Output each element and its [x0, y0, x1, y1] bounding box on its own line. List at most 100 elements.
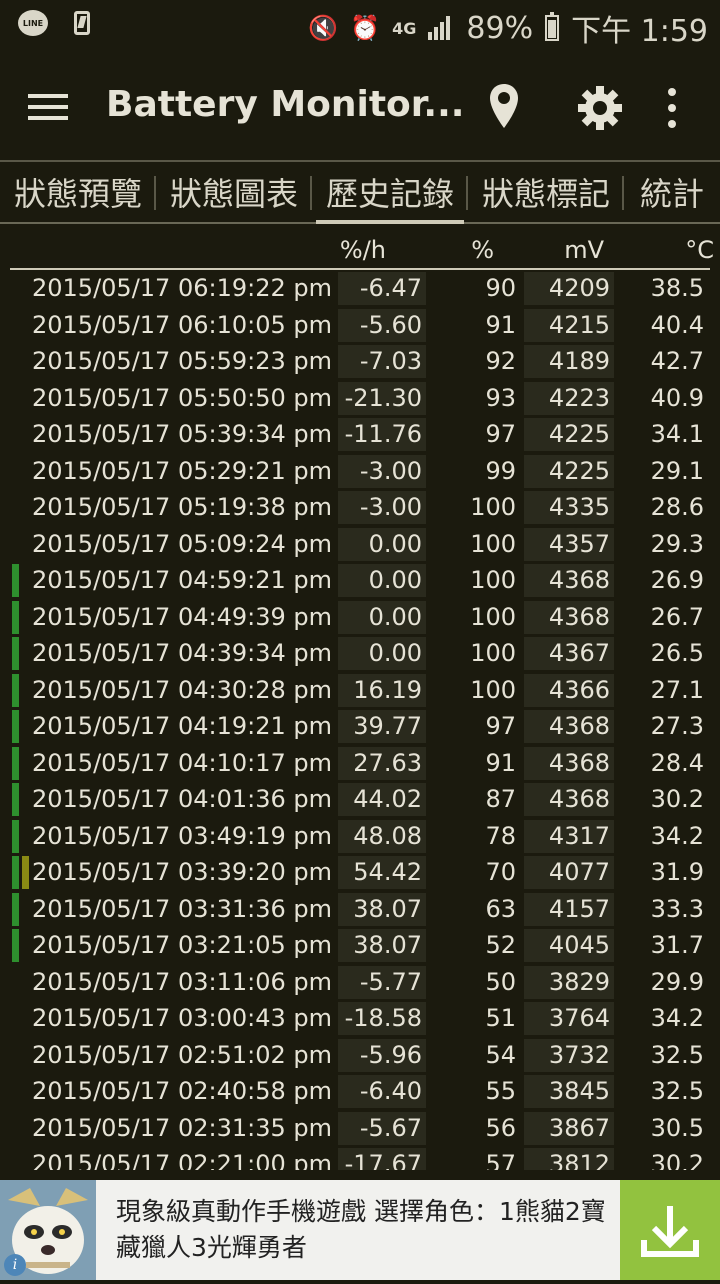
cell-datetime: 2015/05/17 04:30:28 pm [32, 675, 332, 704]
charge-marker [12, 637, 19, 670]
table-row[interactable]: 2015/05/17 05:50:50 pm -21.30 93 4223 40.9 [0, 380, 720, 417]
table-row[interactable]: 2015/05/17 04:19:21 pm 39.77 97 4368 27.3 [0, 708, 720, 745]
table-row[interactable]: 2015/05/17 03:11:06 pm -5.77 50 3829 29.9 [0, 964, 720, 1001]
cell-percent: 92 [485, 347, 516, 375]
table-row[interactable]: 2015/05/17 05:59:23 pm -7.03 92 4189 42.7 [0, 343, 720, 380]
cell-rate: -6.40 [338, 1075, 426, 1108]
table-row[interactable]: 2015/05/17 04:01:36 pm 44.02 87 4368 30.2 [0, 781, 720, 818]
no-sim-icon [74, 11, 90, 35]
cell-temp: 32.5 [650, 1040, 704, 1069]
table-row[interactable]: 2015/05/17 03:49:19 pm 48.08 78 4317 34.2 [0, 818, 720, 855]
cell-mv: 3732 [524, 1038, 614, 1072]
cell-rate: 0.00 [338, 600, 426, 634]
cell-percent: 70 [485, 858, 516, 886]
cell-temp: 27.1 [650, 675, 704, 704]
table-row[interactable]: 2015/05/17 03:00:43 pm -18.58 51 3764 34.2 [0, 1000, 720, 1037]
cell-temp: 28.4 [650, 748, 704, 777]
table-row[interactable]: 2015/05/17 04:59:21 pm 0.00 100 4368 26.9 [0, 562, 720, 599]
cell-percent: 87 [485, 785, 516, 813]
cell-datetime: 2015/05/17 04:59:21 pm [32, 566, 332, 594]
cell-rate: 39.77 [338, 710, 426, 743]
cell-rate: -5.96 [338, 1038, 426, 1072]
table-row[interactable]: 2015/05/17 03:31:36 pm 38.07 63 4157 33.3 [0, 891, 720, 928]
table-row[interactable]: 2015/05/17 05:39:34 pm -11.76 97 4225 34.1 [0, 416, 720, 453]
cell-rate: -6.47 [338, 272, 426, 305]
charge-marker [12, 564, 19, 597]
cell-temp: 34.1 [650, 420, 704, 448]
download-icon [641, 1206, 699, 1257]
cell-mv: 4368 [524, 564, 614, 597]
cell-mv: 4077 [524, 856, 614, 889]
table-row[interactable]: 2015/05/17 05:29:21 pm -3.00 99 4225 29.1 [0, 453, 720, 490]
cell-temp: 30.2 [650, 1150, 704, 1170]
cell-percent: 99 [485, 456, 516, 485]
cell-datetime: 2015/05/17 03:31:36 pm [32, 894, 332, 923]
cell-temp: 31.7 [650, 931, 704, 959]
cell-temp: 32.5 [650, 1077, 704, 1105]
cell-percent: 78 [485, 821, 516, 850]
cell-temp: 27.3 [650, 712, 704, 740]
cell-mv: 3812 [524, 1148, 614, 1170]
more-vert-icon[interactable] [666, 88, 678, 128]
cell-datetime: 2015/05/17 02:51:02 pm [32, 1040, 332, 1069]
cell-mv: 4223 [524, 381, 614, 415]
cell-mv: 4209 [524, 272, 614, 305]
cell-percent: 91 [485, 310, 516, 339]
cell-temp: 29.3 [650, 529, 704, 558]
tab-status-chart[interactable]: 狀態圖表 [156, 162, 312, 222]
header-rate: %/h [339, 236, 386, 264]
cell-datetime: 2015/05/17 03:21:05 pm [32, 931, 332, 959]
cell-rate: -18.58 [338, 1002, 426, 1035]
cell-rate: 38.07 [338, 929, 426, 962]
table-row[interactable]: 2015/05/17 02:51:02 pm -5.96 54 3732 32.5 [0, 1037, 720, 1074]
cell-rate: -5.67 [338, 1111, 426, 1145]
cell-datetime: 2015/05/17 04:10:17 pm [32, 748, 332, 777]
menu-icon[interactable] [28, 94, 68, 120]
tab-status-markers[interactable]: 狀態標記 [468, 162, 624, 222]
table-row[interactable]: 2015/05/17 02:40:58 pm -6.40 55 3845 32.5 [0, 1073, 720, 1110]
cell-temp: 30.5 [650, 1113, 704, 1142]
charge-marker [12, 783, 19, 816]
cell-datetime: 2015/05/17 06:19:22 pm [32, 274, 332, 302]
cell-temp: 26.5 [650, 639, 704, 667]
cell-temp: 26.7 [650, 602, 704, 631]
table-row[interactable]: 2015/05/17 02:21:00 pm -17.67 57 3812 30.2 [0, 1146, 720, 1170]
info-icon[interactable]: i [4, 1254, 26, 1276]
settings-gear-icon[interactable] [578, 86, 622, 130]
cell-datetime: 2015/05/17 05:29:21 pm [32, 456, 332, 485]
table-row[interactable]: 2015/05/17 03:21:05 pm 38.07 52 4045 31.7 [0, 927, 720, 964]
table-row[interactable]: 2015/05/17 05:19:38 pm -3.00 100 4335 28.6 [0, 489, 720, 526]
tab-status-overview[interactable]: 狀態預覽 [0, 162, 156, 222]
table-row[interactable]: 2015/05/17 04:30:28 pm 16.19 100 4366 27.1 [0, 672, 720, 709]
table-row[interactable]: 2015/05/17 02:31:35 pm -5.67 56 3867 30.5 [0, 1110, 720, 1147]
cell-percent: 63 [485, 894, 516, 923]
ad-banner[interactable]: i 現象級真動作手機遊戲 選擇角色：1熊貓2寶藏獵人3光輝勇者 [0, 1180, 720, 1280]
cell-temp: 34.2 [650, 1004, 704, 1032]
table-row[interactable]: 2015/05/17 05:09:24 pm 0.00 100 4357 29.3 [0, 526, 720, 563]
history-list[interactable]: 2015/05/17 06:19:22 pm -6.47 90 4209 38.5 201… [0, 270, 720, 1170]
cell-temp: 40.4 [650, 310, 704, 339]
cell-percent: 56 [485, 1113, 516, 1142]
table-row[interactable]: 2015/05/17 06:19:22 pm -6.47 90 4209 38.5 [0, 270, 720, 307]
tab-history[interactable]: 歷史記錄 [312, 162, 468, 224]
location-pin-icon[interactable] [488, 82, 520, 130]
tab-statistics[interactable]: 統計 [624, 162, 720, 222]
table-row[interactable]: 2015/05/17 04:39:34 pm 0.00 100 4367 26.5 [0, 635, 720, 672]
cell-percent: 93 [485, 383, 516, 412]
panda-thumbnail[interactable]: i [0, 1180, 96, 1280]
header-mv: mV [564, 236, 604, 264]
cell-datetime: 2015/05/17 02:21:00 pm [32, 1150, 332, 1170]
table-row[interactable]: 2015/05/17 04:10:17 pm 27.63 91 4368 28.4 [0, 745, 720, 782]
download-button[interactable] [620, 1180, 720, 1280]
cell-mv: 4368 [524, 783, 614, 816]
cell-rate: 0.00 [338, 527, 426, 561]
table-row[interactable]: 2015/05/17 04:49:39 pm 0.00 100 4368 26.7 [0, 599, 720, 636]
cell-rate: 48.08 [338, 819, 426, 853]
table-row[interactable]: 2015/05/17 06:10:05 pm -5.60 91 4215 40.4 [0, 307, 720, 344]
ad-text[interactable]: 現象級真動作手機遊戲 選擇角色：1熊貓2寶藏獵人3光輝勇者 [116, 1194, 606, 1266]
table-row[interactable]: 2015/05/17 03:39:20 pm 54.42 70 4077 31.9 [0, 854, 720, 891]
cell-percent: 100 [470, 602, 516, 631]
alarm-icon: ⏰ [350, 14, 381, 42]
cell-temp: 28.6 [650, 493, 704, 521]
charge-marker [12, 600, 19, 634]
